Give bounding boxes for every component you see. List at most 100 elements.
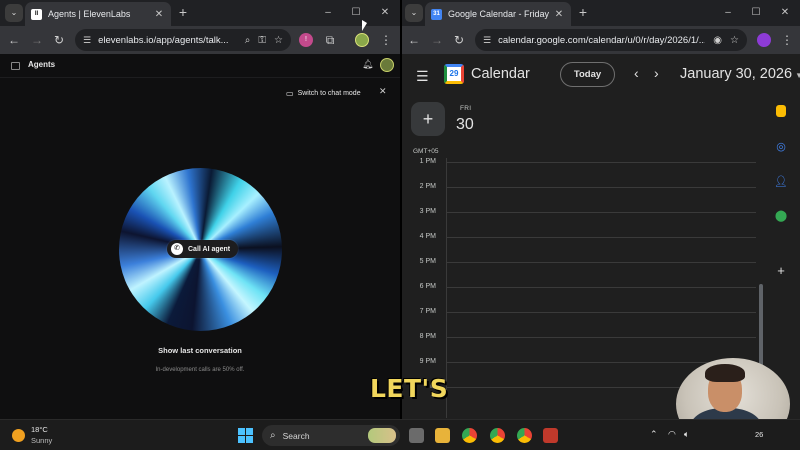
switch-label: Switch to chat mode [297,89,361,97]
extension-icon[interactable]: ! [299,33,313,47]
tab-strip: ⌄ 31 Google Calendar - Friday, Janu ✕ + … [402,0,800,26]
mouse-cursor [362,20,367,31]
search-icon: ⌕ [270,430,276,441]
hour-gridline [446,187,756,188]
main-menu-icon[interactable]: ☰ [416,68,429,85]
date-range-selector[interactable]: January 30, 2026 ▼ [680,66,800,82]
sidebar-toggle-icon[interactable] [11,62,20,70]
current-date-label: January 30, 2026 [680,66,793,82]
chrome-icon[interactable] [462,428,477,443]
extensions-puzzle-icon[interactable]: ⧉ [322,32,338,48]
elevenlabs-page: Agents 🔔︎ ▭ Switch to chat mode ✕ ✆ Call… [0,54,400,419]
weather-sun-icon[interactable] [12,429,25,442]
new-tab-button[interactable]: + [175,5,191,21]
clock[interactable]: 26 [755,430,763,439]
file-explorer-icon[interactable] [435,428,450,443]
create-event-button[interactable]: + [411,102,445,136]
reload-icon[interactable]: ↻ [51,32,67,48]
hour-label: 4 PM [419,233,436,240]
site-info-icon[interactable]: ☰ [83,35,91,46]
dropdown-caret-icon: ▼ [795,71,800,80]
zoom-icon[interactable]: ⌕ [245,35,251,46]
maps-icon[interactable]: ⬤ [774,209,788,223]
calendar-favicon-icon: 31 [431,8,442,20]
hour-gridline [446,262,756,263]
volume-icon[interactable]: 🔈︎ [684,429,689,440]
elevenlabs-browser-window: ⌄ II Agents | ElevenLabs ✕ + – ☐ ✕ ← → ↻… [0,0,400,419]
profile-avatar[interactable] [757,33,771,47]
tab-close-icon[interactable]: ✕ [153,9,165,20]
browser-menu-icon[interactable]: ⋮ [779,32,795,48]
agent-call-icon: ✆ [171,243,183,255]
tab-strip: ⌄ II Agents | ElevenLabs ✕ + – ☐ ✕ [0,0,400,26]
browser-toolbar: ← → ↻ ☰ calendar.google.com/calendar/u/0… [402,26,800,54]
tasks-icon[interactable]: ◎ [774,140,788,154]
next-day-icon[interactable]: › [654,66,659,80]
start-button-icon[interactable] [238,428,253,443]
tab-elevenlabs[interactable]: II Agents | ElevenLabs ✕ [25,2,171,26]
presenter-hair [705,364,745,382]
tab-search-button[interactable]: ⌄ [405,4,423,22]
weather-condition[interactable]: Sunny [31,436,52,445]
hour-label: 9 PM [419,358,436,365]
new-tab-button[interactable]: + [575,5,591,21]
forward-arrow-icon[interactable]: → [29,32,45,48]
profile-avatar[interactable] [355,33,369,47]
contacts-icon[interactable]: 👤︎ [774,175,788,189]
password-key-icon[interactable]: ⚿ [258,35,266,46]
today-button[interactable]: Today [560,62,615,87]
close-icon[interactable]: ✕ [379,86,387,97]
weather-temperature[interactable]: 18°C [31,425,48,434]
forward-arrow-icon[interactable]: → [429,32,445,48]
chrome-profile-3-icon[interactable] [517,428,532,443]
hour-label: 7 PM [419,308,436,315]
day-number[interactable]: 30 [456,116,474,134]
tab-search-button[interactable]: ⌄ [5,4,23,22]
address-bar[interactable]: ☰ elevenlabs.io/app/agents/talk... ⌕ ⚿ ☆ [75,29,291,51]
minimize-button[interactable]: – [320,5,336,21]
hour-gridline [446,162,756,163]
previous-day-icon[interactable]: ‹ [634,66,639,80]
taskbar-search-box[interactable]: ⌕ Search [262,425,400,446]
hour-gridline [446,337,756,338]
show-last-conversation-link[interactable]: Show last conversation [0,346,400,355]
switch-to-chat-mode-button[interactable]: ▭ Switch to chat mode [286,86,361,100]
maximize-button[interactable]: ☐ [748,5,764,21]
maximize-button[interactable]: ☐ [348,5,364,21]
task-view-icon[interactable] [409,428,424,443]
hour-gridline [446,312,756,313]
hour-label: 2 PM [419,183,436,190]
add-addon-icon[interactable]: + [774,264,788,278]
address-bar[interactable]: ☰ calendar.google.com/calendar/u/0/r/day… [475,29,747,51]
tab-google-calendar[interactable]: 31 Google Calendar - Friday, Janu ✕ [425,2,571,26]
hour-label: 8 PM [419,333,436,340]
reload-icon[interactable]: ↻ [451,32,467,48]
hour-label: 1 PM [419,158,436,165]
url-text: calendar.google.com/calendar/u/0/r/day/2… [498,34,706,46]
browser-menu-icon[interactable]: ⋮ [378,32,394,48]
video-caption: LET'S [370,374,449,403]
minimize-button[interactable]: – [720,5,736,21]
chrome-profile-2-icon[interactable] [490,428,505,443]
back-arrow-icon[interactable]: ← [6,32,22,48]
user-avatar[interactable] [380,58,394,72]
bookmark-star-icon[interactable]: ☆ [730,35,739,46]
wifi-icon[interactable]: ◠ [668,429,676,440]
browser-toolbar: ← → ↻ ☰ elevenlabs.io/app/agents/talk...… [0,26,400,54]
close-window-button[interactable]: ✕ [777,5,793,21]
tracking-eye-icon[interactable]: ◉ [713,35,722,46]
notification-bell-icon[interactable]: 🔔︎ [362,59,373,70]
recorder-app-icon[interactable] [543,428,558,443]
desktop: ⌄ II Agents | ElevenLabs ✕ + – ☐ ✕ ← → ↻… [0,0,800,450]
calendar-logo-icon[interactable]: 29 [444,64,464,84]
hour-label: 5 PM [419,258,436,265]
site-info-icon[interactable]: ☰ [483,35,491,46]
bookmark-star-icon[interactable]: ☆ [274,35,283,46]
tray-overflow-icon[interactable]: ⌃ [650,429,658,440]
keep-icon[interactable] [776,105,786,117]
search-highlight-image [368,428,396,443]
call-ai-agent-button[interactable]: ✆ Call AI agent [167,240,239,258]
back-arrow-icon[interactable]: ← [406,32,422,48]
close-window-button[interactable]: ✕ [377,5,393,21]
tab-close-icon[interactable]: ✕ [553,9,565,20]
